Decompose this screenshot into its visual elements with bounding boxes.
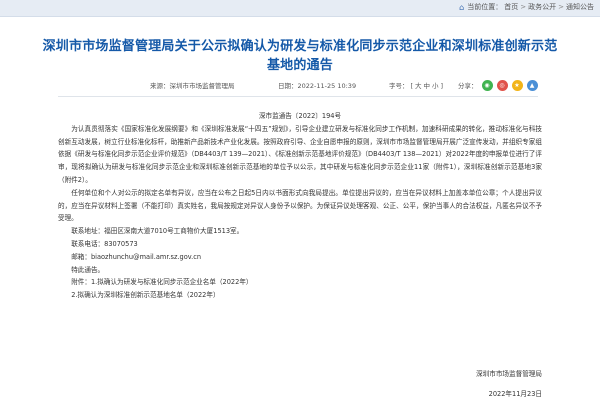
font-size-control: 字号：[大中小]: [388, 80, 458, 90]
paragraph-intro: 为认真贯彻落实《国家标准化发展纲要》和《深圳标准发展“十四五”规划》，引导企业建…: [58, 124, 542, 184]
weibo-icon[interactable]: ◎: [496, 79, 508, 91]
wechat-icon[interactable]: ◉: [481, 79, 493, 91]
article-meta: 来源：深圳市市场监督管理局 日期：2022-11-25 10:39 字号：[大中…: [150, 78, 590, 92]
contact-phone: 联系电话：83070573: [71, 239, 138, 248]
font-size-small-button[interactable]: 小: [432, 82, 439, 90]
font-size-label: 字号：: [389, 82, 409, 90]
font-size-bracket-close: ]: [440, 82, 444, 90]
contact-email: 邮箱：biaozhunchu@mail.amr.sz.gov.cn: [71, 252, 202, 261]
paragraph-objection: 任何单位和个人对公示的拟定名单有异议，应当在公布之日起5日内以书面形式向我局提出…: [58, 188, 542, 223]
divider: [58, 96, 538, 97]
signature-date: 2022年11月23日: [488, 390, 542, 398]
attachment-1-link[interactable]: 附件：1.拟确认为研发与标准化同步示范企业名单（2022年）: [58, 276, 542, 289]
breadcrumb-section[interactable]: 政务公开: [528, 2, 556, 12]
signature-org: 深圳市市场监督管理局: [476, 370, 542, 378]
breadcrumb-current[interactable]: 通知公告: [566, 2, 594, 12]
home-icon: ⌂: [459, 2, 465, 12]
breadcrumb-sep: >: [520, 3, 527, 11]
article-date: 日期：2022-11-25 10:39: [278, 82, 357, 90]
contact-address: 联系地址：福田区深南大道7010号工商物价大厦1513室。: [71, 227, 244, 236]
article-title: 深圳市市场监督管理局关于公示拟确认为研发与标准化同步示范企业和深圳标准创新示范基…: [42, 39, 558, 73]
top-bar: ⌂ 当前位置： 首页 > 政务公开 > 通知公告: [0, 0, 600, 17]
breadcrumb-home[interactable]: 首页: [504, 2, 518, 12]
font-size-bracket-open: [: [410, 82, 414, 90]
breadcrumb: ⌂ 当前位置： 首页 > 政务公开 > 通知公告: [459, 2, 594, 12]
article-source: 来源：深圳市市场监督管理局: [150, 82, 235, 90]
article-body: 深市监通告〔2022〕194号 为认真贯彻落实《国家标准化发展纲要》和《深圳标准…: [58, 110, 542, 302]
share-more-icon[interactable]: ▲: [526, 79, 538, 91]
font-size-large-button[interactable]: 大: [415, 82, 422, 90]
qzone-icon[interactable]: ★: [511, 79, 523, 91]
share-bar: 分享： ◉ ◎ ★ ▲: [458, 79, 538, 91]
closing-note: 特此通告。: [71, 265, 105, 274]
font-size-medium-button[interactable]: 中: [424, 82, 431, 90]
document-number: 深市监通告〔2022〕194号: [258, 112, 342, 120]
breadcrumb-prefix: 当前位置：: [467, 3, 503, 11]
breadcrumb-sep: >: [558, 3, 564, 11]
share-label: 分享：: [458, 82, 478, 90]
attachment-2-link[interactable]: 2.拟确认为深圳标准创新示范基地名单（2022年）: [58, 289, 542, 302]
